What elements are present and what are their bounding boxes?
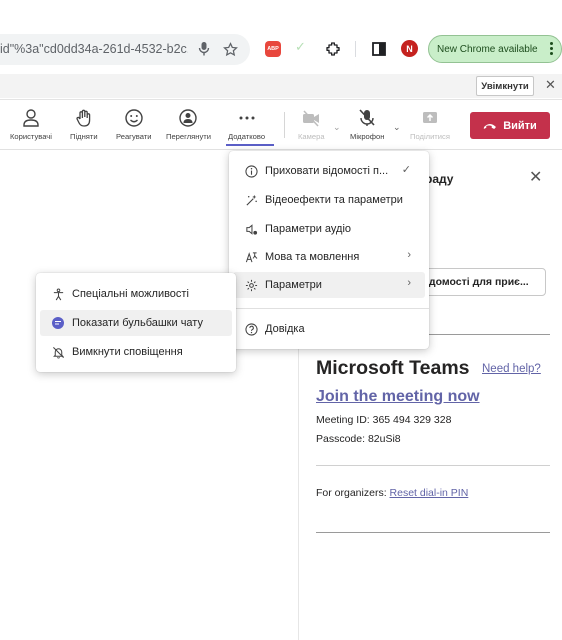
divider-mid (316, 465, 550, 466)
toolbar-label-people: Користувачі (10, 132, 52, 141)
hang-up-icon (483, 123, 497, 129)
mic-off-icon (359, 109, 375, 126)
more-icon (239, 116, 255, 120)
settings-submenu: Спеціальні можливості Показати бульбашки… (36, 273, 236, 372)
menu-label-hide-info: Приховати відомості п... (265, 165, 389, 177)
reset-pin-link[interactable]: Reset dial-in PIN (390, 487, 469, 499)
submenu-item-accessibility[interactable]: Спеціальні можливості (40, 281, 232, 307)
kebab-menu-icon[interactable] (550, 42, 553, 55)
mic-chevron-icon[interactable]: ⌄ (393, 122, 401, 133)
divider-bottom (316, 532, 550, 533)
join-meeting-link[interactable]: Join the meeting now (316, 388, 480, 406)
toolbar-camera[interactable]: Камера (298, 108, 325, 141)
abp-label: ABP (267, 46, 279, 52)
menu-item-help[interactable]: Довідка (233, 316, 425, 342)
menu-item-hide-info[interactable]: Приховати відомості п... ✓ (233, 158, 425, 184)
menu-item-settings[interactable]: Параметри › (233, 272, 425, 298)
address-bar[interactable]: id"%3a"cd0dd34a-261d-4532-b2c... (0, 34, 250, 65)
toolbar-view[interactable]: Переглянути (166, 108, 211, 141)
chevron-right-icon: › (407, 249, 411, 261)
more-options-menu: Приховати відомості п... ✓ Відеоефекти т… (229, 151, 429, 349)
need-help-link[interactable]: Need help? (482, 363, 541, 375)
toolbar-share[interactable]: Поділитися (410, 108, 450, 141)
panel-title: раду (425, 172, 454, 186)
menu-label-audio-settings: Параметри аудіо (265, 223, 352, 235)
submenu-label-mute-notifications: Вимкнути сповіщення (72, 346, 183, 358)
chevron-right-icon: › (407, 277, 411, 289)
camera-off-icon (303, 110, 320, 127)
raise-hand-icon (76, 109, 91, 127)
microphone-icon[interactable] (196, 41, 212, 57)
menu-label-video-effects: Відеоефекти та параметри (265, 194, 403, 206)
camera-chevron-icon[interactable]: ⌄ (333, 122, 341, 133)
bell-off-icon (50, 344, 66, 360)
leave-button[interactable]: Вийти (470, 112, 550, 139)
menu-item-audio-settings[interactable]: Параметри аудіо (233, 216, 425, 242)
people-icon (23, 109, 39, 127)
organizers-prefix: For organizers: (316, 487, 390, 499)
menu-label-settings: Параметри (265, 279, 322, 291)
magic-wand-icon (243, 192, 259, 208)
teams-title: Microsoft Teams (316, 357, 470, 379)
copy-join-info-button[interactable]: ідомості для приє... (419, 268, 546, 296)
accessibility-icon (50, 286, 66, 302)
toolbar-label-camera: Камера (298, 132, 325, 141)
help-icon (243, 321, 259, 337)
gear-icon (243, 277, 259, 293)
chat-bubble-icon (50, 315, 66, 331)
notification-infobar: Увімкнути ✕ (0, 74, 562, 98)
submenu-item-mute-notifications[interactable]: Вимкнути сповіщення (40, 339, 232, 365)
language-icon (243, 249, 259, 265)
browser-toolbar: id"%3a"cd0dd34a-261d-4532-b2c... ABP ✓ N… (0, 30, 562, 70)
toolbar-label-microphone: Мікрофон (350, 132, 385, 141)
meeting-toolbar: Користувачі Підняти Реагувати Переглянут… (0, 99, 562, 150)
toolbar-people[interactable]: Користувачі (10, 108, 52, 141)
toolbar-more[interactable]: Додатково (228, 108, 265, 141)
passcode: Passcode: 82uSi8 (316, 433, 401, 445)
toolbar-label-raise: Підняти (70, 132, 98, 141)
audio-settings-icon (243, 221, 259, 237)
share-icon (422, 112, 437, 123)
toolbar-raise-hand[interactable]: Підняти (70, 108, 98, 141)
menu-label-language: Мова та мовлення (265, 251, 360, 263)
chrome-update-button[interactable]: New Chrome available (428, 35, 562, 63)
toolbar-react[interactable]: Реагувати (116, 108, 151, 141)
infobar-close-icon[interactable]: ✕ (545, 77, 556, 93)
extensions-puzzle-icon[interactable] (324, 40, 342, 58)
toolbar-separator (284, 112, 285, 138)
toolbar-label-react: Реагувати (116, 132, 152, 141)
panel-close-icon[interactable]: ✕ (529, 167, 542, 187)
avatar-letter: N (406, 43, 413, 54)
active-tab-indicator (226, 144, 274, 146)
smile-icon (125, 109, 143, 127)
profile-avatar[interactable]: N (401, 40, 418, 57)
enable-button[interactable]: Увімкнути (476, 76, 534, 96)
menu-label-help: Довідка (265, 323, 305, 335)
url-text[interactable]: id"%3a"cd0dd34a-261d-4532-b2c... (0, 42, 188, 56)
organizers-line: For organizers: Reset dial-in PIN (316, 487, 468, 499)
adblock-extension-icon[interactable]: ABP (265, 41, 281, 57)
leave-label: Вийти (503, 119, 537, 132)
toolbar-label-share: Поділитися (410, 132, 450, 141)
toolbar-microphone[interactable]: Мікрофон (350, 108, 384, 141)
submenu-item-chat-bubbles[interactable]: Показати бульбашки чату (40, 310, 232, 336)
menu-divider (229, 308, 429, 309)
side-panel-icon[interactable] (370, 40, 388, 58)
update-label: New Chrome available (437, 43, 538, 55)
check-icon: ✓ (401, 164, 411, 176)
toolbar-divider (355, 41, 356, 57)
screen-root: id"%3a"cd0dd34a-261d-4532-b2c... ABP ✓ N… (0, 0, 562, 640)
info-icon (243, 163, 259, 179)
view-icon (179, 109, 198, 127)
toolbar-label-view: Переглянути (166, 132, 211, 141)
bookmark-star-icon[interactable] (222, 41, 238, 57)
submenu-label-chat-bubbles: Показати бульбашки чату (72, 317, 203, 329)
meeting-id: Meeting ID: 365 494 329 328 (316, 414, 452, 426)
submenu-label-accessibility: Спеціальні можливості (72, 288, 189, 300)
toolbar-label-more: Додатково (228, 132, 266, 141)
menu-item-video-effects[interactable]: Відеоефекти та параметри (233, 187, 425, 213)
menu-item-language[interactable]: Мова та мовлення › (233, 244, 425, 270)
checkmark-extension-icon[interactable]: ✓ (295, 39, 306, 55)
